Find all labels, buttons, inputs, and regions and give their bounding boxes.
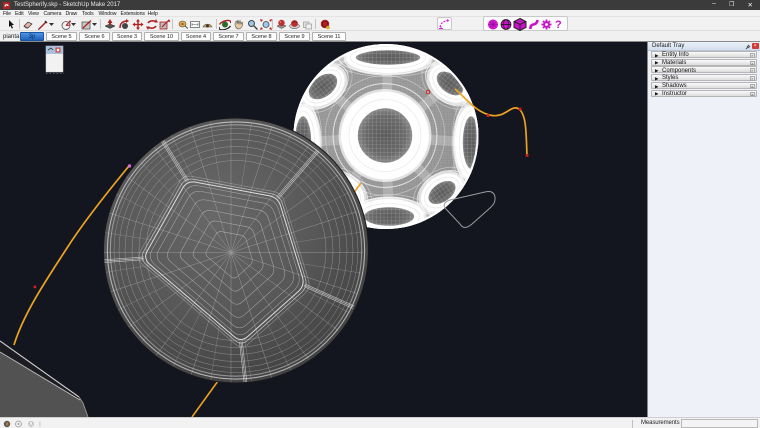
svg-text:?: ? <box>555 19 562 31</box>
